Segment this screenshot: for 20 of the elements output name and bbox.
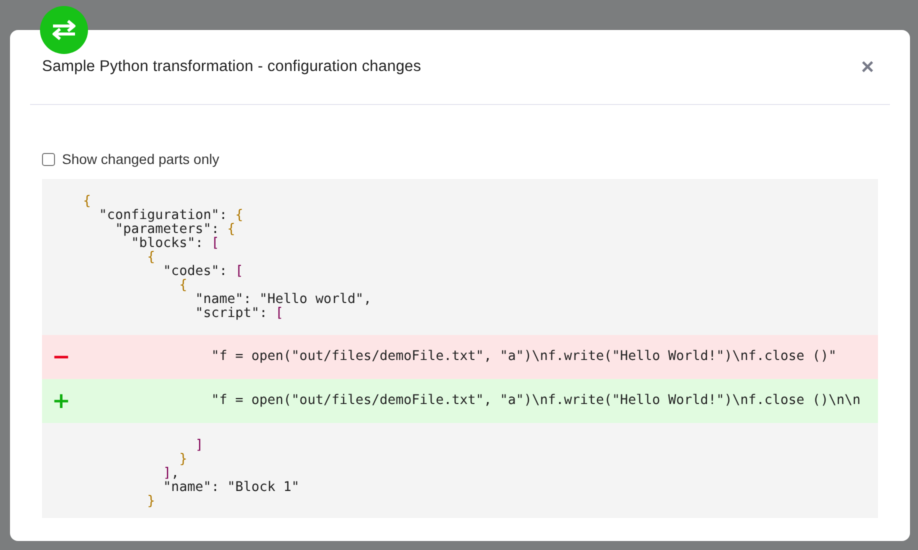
code-line: ] (194, 439, 204, 453)
close-button[interactable]: × (857, 54, 878, 80)
plus-sign: + (52, 388, 70, 414)
code-line: "script": [ (194, 307, 284, 321)
checkbox-label: Show changed parts only (62, 151, 220, 167)
code-line: } (146, 495, 156, 509)
checkbox[interactable] (42, 152, 55, 166)
code-line: } (178, 453, 188, 467)
code-line: "f = open("out/files/demoFile.txt", "a")\nf.write("Hello World!")\nf.close ()" (210, 350, 836, 364)
code-line: ], (162, 467, 180, 481)
modal-title: Sample Python transformation - configuration changes (42, 58, 422, 76)
code-line: "f = open("out/files/demoFile.txt", "a")\nf.write("Hello World!")\nf.close ()\n\n (210, 394, 861, 408)
code-line: { (83, 195, 92, 209)
code-line: "name": "Block 1" (162, 481, 300, 495)
code-line: { (178, 279, 188, 293)
code-line: "blocks": [ (130, 237, 220, 251)
code-line: { (146, 251, 156, 265)
minus-sign: − (52, 344, 70, 370)
code-line: "codes": [ (162, 265, 244, 279)
code-line: "name": "Hello world", (194, 293, 372, 307)
